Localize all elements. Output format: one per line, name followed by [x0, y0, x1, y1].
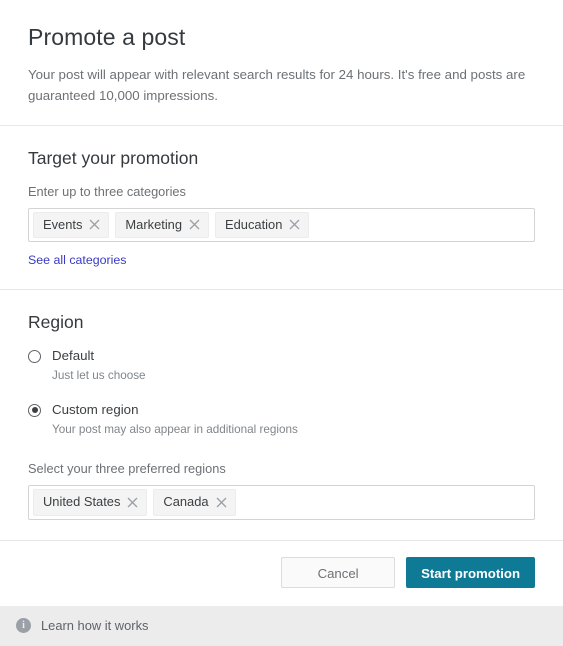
categories-input[interactable]: Events Marketing Education: [28, 207, 535, 243]
category-chip[interactable]: Events: [33, 211, 110, 239]
region-section-title: Region: [28, 312, 84, 333]
category-chip[interactable]: Marketing: [115, 211, 210, 239]
page-title: Promote a post: [28, 24, 186, 50]
radio-option-label: Default: [52, 348, 95, 364]
target-promotion-section: Target your promotion Enter up to three …: [0, 126, 563, 290]
radio-option-label: Custom region: [52, 401, 139, 417]
close-icon[interactable]: [89, 219, 100, 230]
region-section: Region Default Just let us choose Custom…: [0, 290, 563, 539]
category-chip[interactable]: Education: [215, 211, 310, 239]
close-icon[interactable]: [216, 497, 227, 508]
dialog-header: Promote a post Your post will appear wit…: [0, 0, 563, 125]
region-chip[interactable]: United States: [33, 488, 148, 516]
target-section-title: Target your promotion: [28, 147, 199, 168]
close-icon[interactable]: [127, 497, 138, 508]
category-chip-label: Education: [225, 216, 283, 232]
region-chip-label: Canada: [163, 493, 209, 509]
see-all-categories-link[interactable]: See all categories: [28, 253, 127, 267]
page-subtitle: Your post will appear with relevant sear…: [28, 66, 526, 104]
radio-option-custom-region[interactable]: Custom region Your post may also appear …: [28, 401, 535, 438]
dialog-content: Promote a post Your post will appear wit…: [0, 0, 563, 606]
regions-field: Select your three preferred regions Unit…: [28, 460, 535, 520]
radio-icon[interactable]: [28, 350, 41, 364]
radio-option-texts: Custom region Your post may also appear …: [52, 401, 298, 438]
start-promotion-button[interactable]: Start promotion: [406, 556, 535, 588]
promote-post-dialog: Promote a post Your post will appear wit…: [0, 0, 563, 646]
region-chip-label: United States: [43, 493, 121, 509]
region-chip[interactable]: Canada: [153, 488, 236, 516]
category-chip-label: Events: [43, 216, 83, 232]
radio-option-default[interactable]: Default Just let us choose: [28, 347, 535, 384]
regions-field-label: Select your three preferred regions: [28, 460, 226, 476]
cancel-button[interactable]: Cancel: [281, 556, 396, 588]
radio-option-help: Just let us choose: [52, 369, 146, 383]
region-radio-group: Default Just let us choose Custom region…: [28, 347, 535, 438]
close-icon[interactable]: [189, 219, 200, 230]
close-icon[interactable]: [289, 219, 300, 230]
radio-icon-selected[interactable]: [28, 403, 41, 417]
category-chip-label: Marketing: [125, 216, 183, 232]
categories-field-label: Enter up to three categories: [28, 183, 186, 199]
radio-option-help: Your post may also appear in additional …: [52, 422, 298, 436]
regions-input[interactable]: United States Canada: [28, 484, 535, 520]
dialog-actions: Cancel Start promotion: [0, 541, 563, 606]
radio-option-texts: Default Just let us choose: [52, 347, 146, 384]
